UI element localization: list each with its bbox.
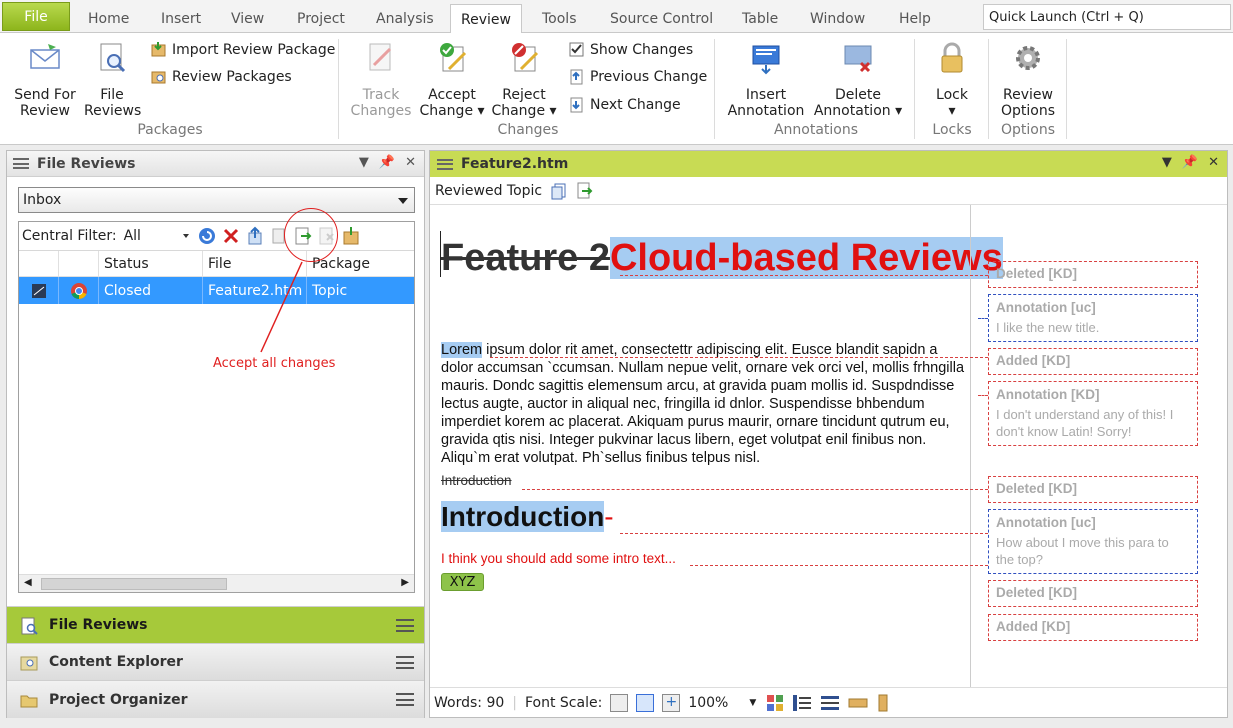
annotation-connector (978, 395, 988, 396)
change-balloon[interactable]: Deleted [KD] (988, 476, 1198, 503)
callout-text: Accept all changes (213, 356, 336, 371)
zoom-reset-button[interactable] (636, 693, 655, 712)
ruler-horizontal-icon[interactable] (848, 694, 868, 712)
close-icon[interactable]: ✕ (1208, 155, 1219, 170)
markup-margin-divider (970, 205, 971, 687)
annotation-balloon[interactable]: Annotation [KD] I don't understand any of… (988, 381, 1198, 446)
menu-icon[interactable] (396, 619, 414, 632)
accept-all-changes-icon[interactable] (576, 182, 594, 200)
zoom-out-button[interactable] (610, 693, 629, 712)
ruler-vertical-icon[interactable] (876, 694, 890, 712)
change-connector (522, 489, 988, 490)
change-connector (690, 565, 988, 566)
change-connector (620, 533, 988, 534)
change-balloon[interactable]: Deleted [KD] (988, 580, 1198, 607)
document-paragraph: Lorem ipsum dolor rit amet, consectettr … (441, 342, 965, 466)
structure-bars-icon[interactable] (792, 694, 812, 712)
nav-project-organizer[interactable]: Project Organizer (7, 680, 424, 718)
condition-tag: XYZ (441, 573, 484, 591)
annotation-balloon[interactable]: Annotation [uc] I like the new title. (988, 294, 1198, 342)
font-scale-label: Font Scale: (524, 694, 603, 711)
dropdown-icon[interactable]: ▼ (1162, 155, 1172, 170)
nav-content-explorer[interactable]: Content Explorer (7, 643, 424, 680)
change-balloon[interactable]: Added [KD] (988, 348, 1198, 375)
annotation-balloon[interactable]: Annotation [uc] How about I move this par… (988, 509, 1198, 574)
status-bar: Words: 90 | Font Scale: + 100% ▼ (430, 687, 1227, 717)
nav-file-reviews[interactable]: File Reviews (7, 606, 424, 643)
chevron-down-icon: ▼ (749, 697, 757, 708)
menu-icon[interactable] (396, 693, 414, 706)
change-connector (620, 275, 988, 276)
annotated-text: I think you should add some intro text..… (441, 551, 676, 566)
change-balloon[interactable]: Deleted [KD] (988, 261, 1198, 288)
layout-grid-icon[interactable] (766, 694, 784, 712)
span-bars-icon[interactable] (820, 694, 840, 712)
pin-icon[interactable]: 📌 (1182, 155, 1198, 170)
deleted-text: Introduction (441, 473, 512, 488)
file-reviews-icon (21, 617, 38, 635)
document-area[interactable]: Feature 2Cloud-based Reviews Lorem ipsum… (430, 205, 1227, 687)
annotation-connector (978, 318, 988, 319)
editor-header: Feature2.htm ▼ 📌 ✕ (430, 151, 1227, 177)
copy-icon[interactable] (550, 182, 568, 200)
change-balloon[interactable]: Added [KD] (988, 614, 1198, 641)
zoom-in-button[interactable]: + (662, 693, 681, 712)
word-count: Words: 90 (434, 694, 505, 711)
introduction-heading: Introduction- (441, 501, 614, 532)
menu-icon[interactable] (437, 158, 453, 170)
menu-icon[interactable] (396, 656, 414, 669)
editor-panel: Feature2.htm ▼ 📌 ✕ Reviewed Topic Feature … (429, 150, 1228, 718)
editor-subtoolbar: Reviewed Topic (430, 177, 1227, 205)
project-organizer-icon (20, 695, 38, 708)
content-explorer-icon (20, 656, 38, 671)
change-connector (490, 357, 988, 358)
zoom-select[interactable]: 100% ▼ (688, 695, 758, 711)
